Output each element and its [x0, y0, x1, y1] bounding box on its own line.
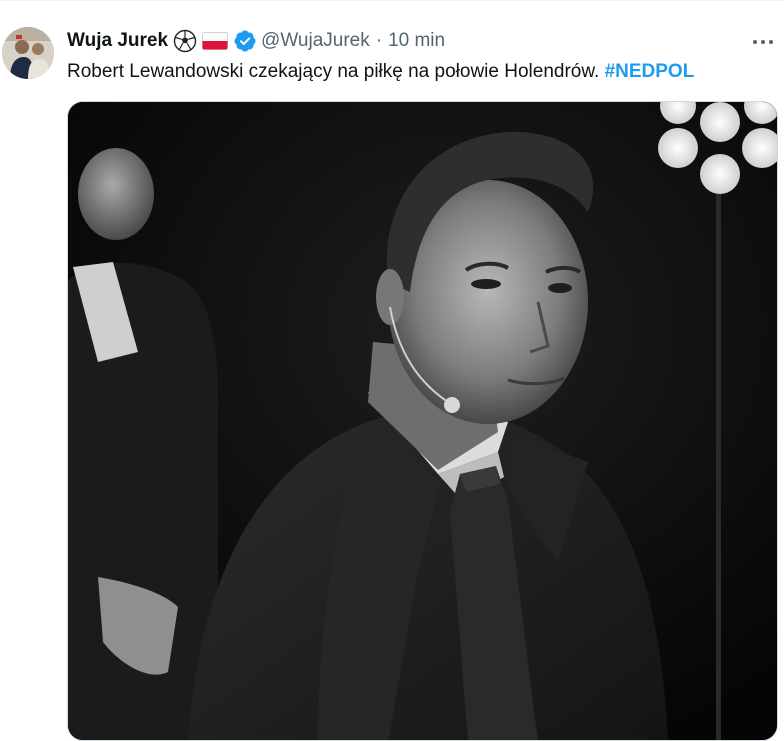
handle[interactable]: @WujaJurek: [261, 30, 370, 52]
top-divider: [0, 0, 784, 1]
separator: ·: [375, 30, 383, 51]
avatar[interactable]: [2, 27, 54, 79]
timestamp[interactable]: 10 min: [388, 30, 445, 52]
display-name[interactable]: Wuja Jurek: [67, 30, 168, 52]
soccer-ball-icon: [173, 29, 197, 53]
hashtag-link[interactable]: #NEDPOL: [605, 61, 695, 82]
more-options-button[interactable]: [748, 28, 778, 54]
tweet-body: Robert Lewandowski czekający na piłkę na…: [67, 61, 600, 82]
tweet-header: Wuja Jurek @WujaJurek · 10 min: [67, 28, 445, 54]
tweet-photo[interactable]: [67, 101, 778, 741]
poland-flag-icon: [202, 32, 229, 50]
tweet-text: Robert Lewandowski czekający na piłkę na…: [67, 59, 694, 85]
verified-badge-icon[interactable]: [234, 30, 256, 52]
more-horizontal-icon: [752, 32, 774, 50]
